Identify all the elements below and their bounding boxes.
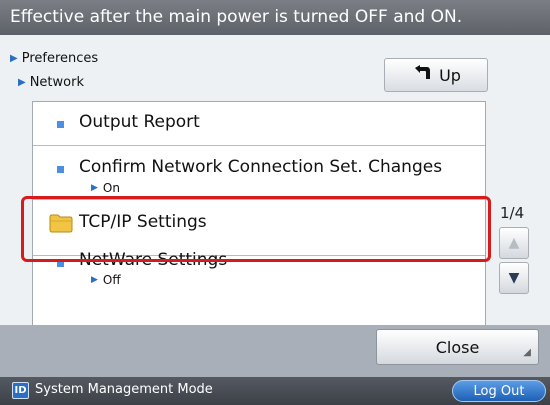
logout-button[interactable]: Log Out [452, 380, 546, 402]
return-arrow-icon [411, 65, 431, 85]
page-indicator: 1/4 [500, 204, 525, 222]
folder-icon [49, 213, 73, 237]
breadcrumb-item-network: ▶ Network [18, 74, 84, 90]
settings-list: Output Report Confirm Network Connection… [32, 101, 486, 334]
mode-label: System Management Mode [35, 382, 213, 397]
triangle-right-icon: ▶ [91, 275, 98, 285]
triangle-right-icon: ▶ [10, 52, 18, 64]
close-button[interactable]: Close ◢ [376, 329, 539, 365]
bullet-icon [57, 121, 64, 128]
breadcrumb-item-preferences: ▶ Preferences [10, 50, 99, 66]
corner-mark-icon: ◢ [523, 347, 531, 358]
up-button[interactable]: Up [384, 58, 488, 92]
triangle-right-icon: ▶ [91, 183, 98, 193]
list-item-confirm-network[interactable]: Confirm Network Connection Set. Changes … [33, 146, 485, 200]
id-icon: ID [12, 382, 29, 399]
bullet-icon [57, 260, 64, 267]
scroll-down-button[interactable]: ▼ [499, 262, 529, 294]
list-item-tcpip-settings[interactable]: TCP/IP Settings [33, 200, 485, 256]
scroll-up-button[interactable]: ▲ [499, 227, 529, 259]
bullet-icon [57, 166, 64, 173]
triangle-up-icon: ▲ [508, 235, 520, 251]
list-item-netware-settings[interactable]: NetWare Settings ▶ Off [33, 250, 485, 316]
triangle-down-icon: ▼ [508, 270, 520, 286]
triangle-right-icon: ▶ [18, 76, 26, 88]
info-banner: Effective after the main power is turned… [0, 0, 550, 35]
breadcrumb: ▶ Preferences ▶ Network [10, 48, 98, 92]
list-item-output-report[interactable]: Output Report [33, 102, 485, 146]
